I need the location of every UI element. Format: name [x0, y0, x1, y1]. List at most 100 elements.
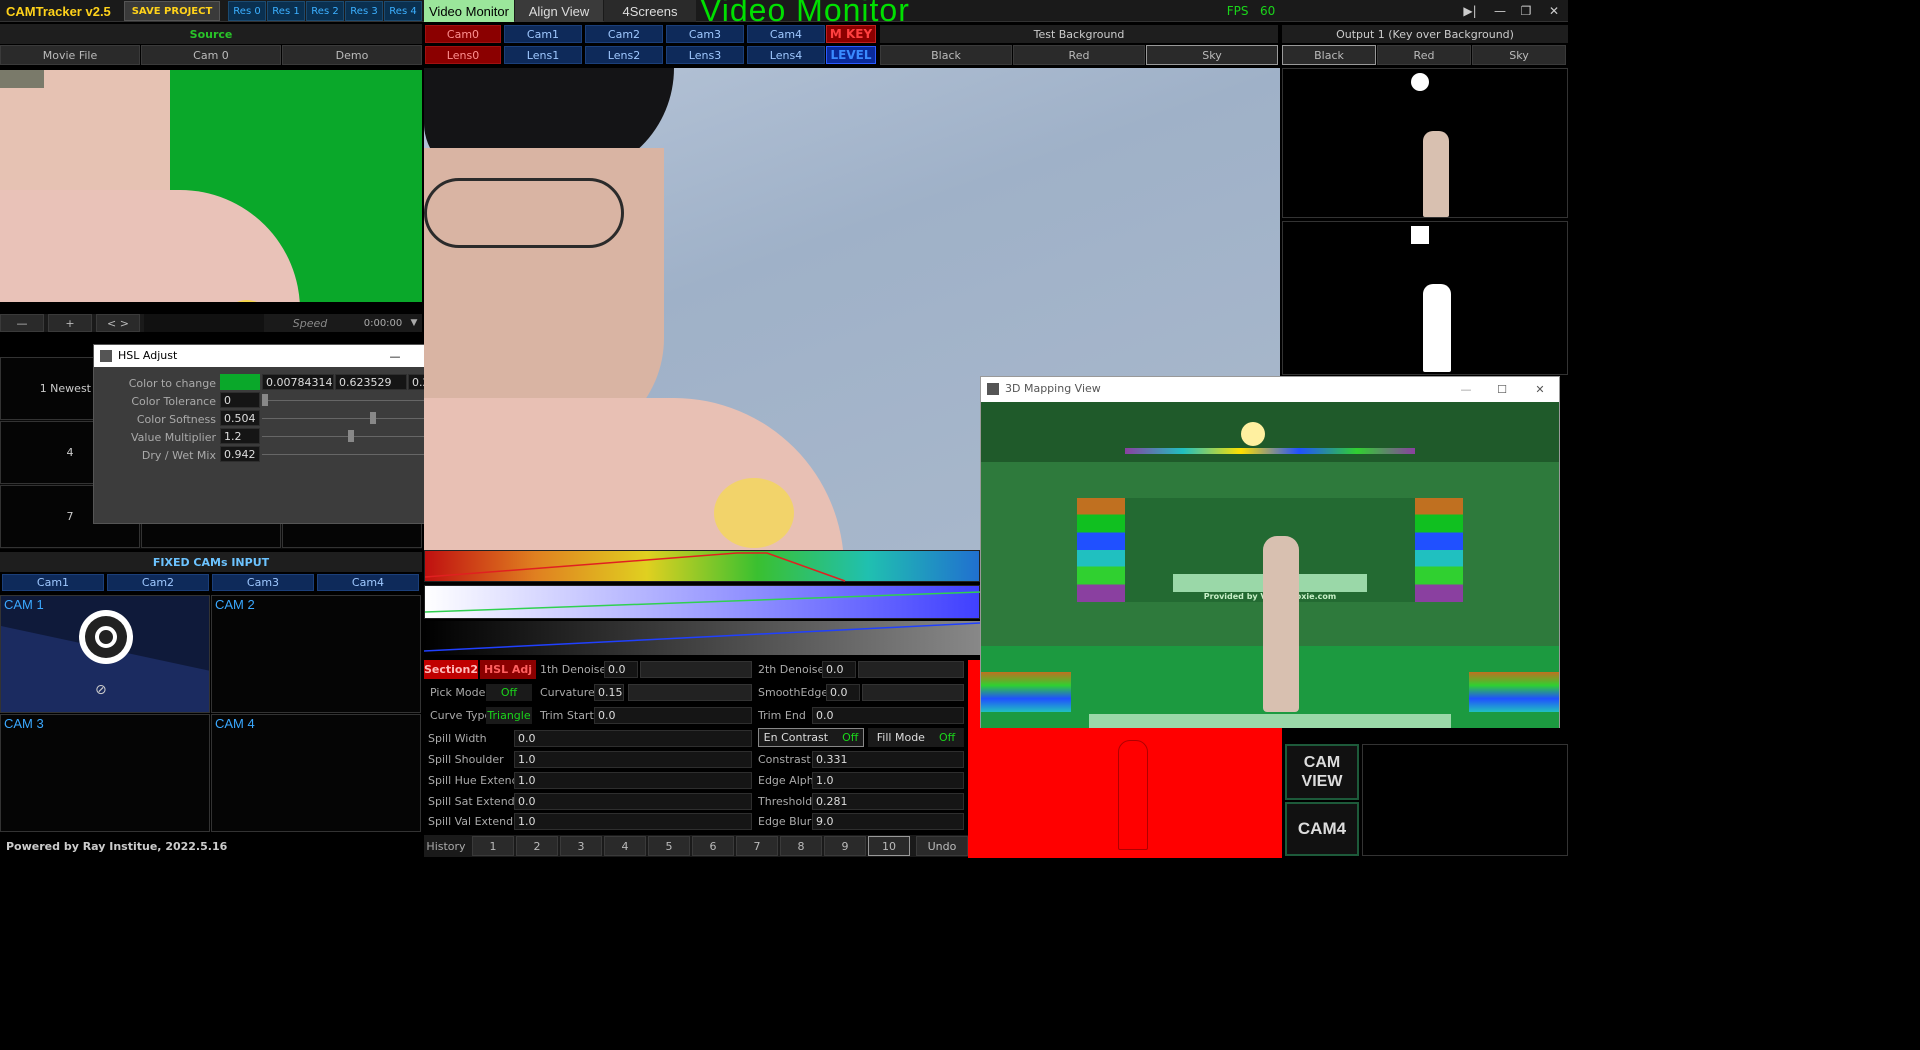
fixed-cam1-cell[interactable]: CAM 1 ⊘: [0, 595, 210, 713]
movie-file-button[interactable]: Movie File: [0, 45, 140, 65]
value-multiplier-thumb[interactable]: [347, 430, 354, 442]
history-item[interactable]: 2: [516, 836, 558, 856]
cam0-top-button[interactable]: Cam0: [425, 25, 501, 43]
spill-shoulder-field[interactable]: 1.0: [514, 751, 752, 768]
step-arrows-button[interactable]: < >: [96, 314, 140, 332]
history-item[interactable]: 6: [692, 836, 734, 856]
spill-val-field[interactable]: 1.0: [514, 813, 752, 830]
history-item[interactable]: 4: [604, 836, 646, 856]
mapping-titlebar[interactable]: 3D Mapping View — ☐ ✕: [981, 377, 1559, 401]
denoise2-slider[interactable]: [858, 661, 964, 678]
tab-video-monitor[interactable]: Video Monitor: [424, 0, 514, 22]
softness-thumb[interactable]: [369, 412, 376, 424]
edge-blur-field[interactable]: 9.0: [812, 813, 964, 830]
color-swatch[interactable]: [220, 374, 260, 390]
skip-icon[interactable]: ▶|: [1458, 0, 1482, 22]
edge-alph-field[interactable]: 1.0: [812, 772, 964, 789]
restore-icon[interactable]: ❐: [1514, 0, 1538, 22]
color-s-field[interactable]: 0.623529: [335, 374, 407, 390]
history-item[interactable]: 10: [868, 836, 910, 856]
res-3-button[interactable]: Res 3: [345, 1, 383, 21]
smooth-edge-slider[interactable]: [862, 684, 964, 701]
cam-0-button[interactable]: Cam 0: [141, 45, 281, 65]
lens2-button[interactable]: Lens2: [585, 46, 663, 64]
fixed-cam2-cell[interactable]: CAM 2: [211, 595, 421, 713]
fixed-cam3-cell[interactable]: CAM 3: [0, 714, 210, 832]
output-black[interactable]: Black: [1282, 45, 1376, 65]
lens4-button[interactable]: Lens4: [747, 46, 825, 64]
value-multiplier-value[interactable]: 1.2: [220, 428, 260, 444]
denoise1-slider[interactable]: [640, 661, 752, 678]
test-bg-red[interactable]: Red: [1013, 45, 1145, 65]
speed-label[interactable]: Speed: [270, 314, 350, 332]
history-item[interactable]: 5: [648, 836, 690, 856]
dry-wet-value[interactable]: 0.942: [220, 446, 260, 462]
fixed-cam1-button[interactable]: Cam1: [2, 574, 104, 591]
cam3-top-button[interactable]: Cam3: [666, 25, 744, 43]
minimize-icon[interactable]: —: [1488, 0, 1512, 22]
res-4-button[interactable]: Res 4: [384, 1, 422, 21]
res-1-button[interactable]: Res 1: [267, 1, 305, 21]
hue-curve-bar[interactable]: [424, 550, 980, 582]
spill-hue-field[interactable]: 1.0: [514, 772, 752, 789]
test-bg-black[interactable]: Black: [880, 45, 1012, 65]
section2-tab[interactable]: Section2: [424, 660, 478, 679]
denoise1-value[interactable]: 0.0: [604, 661, 638, 678]
minimize-icon[interactable]: —: [1453, 377, 1479, 401]
tab-4screens[interactable]: 4Screens: [604, 0, 696, 22]
fill-mode-toggle[interactable]: Fill Mode Off: [868, 728, 964, 747]
output-red[interactable]: Red: [1377, 45, 1471, 65]
fixed-cam3-button[interactable]: Cam3: [212, 574, 314, 591]
trim-start-field[interactable]: 0.0: [594, 707, 752, 724]
cam2-top-button[interactable]: Cam2: [585, 25, 663, 43]
tolerance-value[interactable]: 0: [220, 392, 260, 408]
undo-button[interactable]: Undo: [916, 836, 968, 856]
cam-view-button[interactable]: CAM VIEW: [1285, 744, 1359, 800]
trim-end-field[interactable]: 0.0: [812, 707, 964, 724]
contrast-field[interactable]: 0.331: [812, 751, 964, 768]
fixed-cam4-cell[interactable]: CAM 4: [211, 714, 421, 832]
threshold-field[interactable]: 0.281: [812, 793, 964, 810]
pick-mode-toggle[interactable]: Off: [486, 684, 532, 701]
en-contrast-toggle[interactable]: En Contrast Off: [758, 728, 864, 747]
demo-button[interactable]: Demo: [282, 45, 422, 65]
m-key-button[interactable]: M KEY: [826, 25, 876, 43]
minus-button[interactable]: —: [0, 314, 44, 332]
lens0-button[interactable]: Lens0: [425, 46, 501, 64]
fixed-cam2-button[interactable]: Cam2: [107, 574, 209, 591]
sat-curve-bar[interactable]: [424, 585, 981, 619]
curvature-value[interactable]: 0.15: [594, 684, 624, 701]
history-item[interactable]: 3: [560, 836, 602, 856]
tolerance-thumb[interactable]: [262, 394, 268, 406]
denoise2-value[interactable]: 0.0: [822, 661, 856, 678]
tab-align-view[interactable]: Align View: [515, 0, 603, 22]
cam4-top-button[interactable]: Cam4: [747, 25, 825, 43]
plus-button[interactable]: +: [48, 314, 92, 332]
cam1-top-button[interactable]: Cam1: [504, 25, 582, 43]
close-icon[interactable]: ✕: [1542, 0, 1566, 22]
history-item[interactable]: 1: [472, 836, 514, 856]
softness-value[interactable]: 0.504: [220, 410, 260, 426]
val-curve-bar[interactable]: [424, 621, 980, 655]
scrub-bar[interactable]: [144, 314, 264, 332]
res-2-button[interactable]: Res 2: [306, 1, 344, 21]
minimize-icon[interactable]: —: [382, 345, 408, 367]
lens1-button[interactable]: Lens1: [504, 46, 582, 64]
history-item[interactable]: 8: [780, 836, 822, 856]
output-sky[interactable]: Sky: [1472, 45, 1566, 65]
test-bg-sky[interactable]: Sky: [1146, 45, 1278, 65]
curvature-slider[interactable]: [628, 684, 752, 701]
color-h-field[interactable]: 0.00784314: [262, 374, 334, 390]
maximize-icon[interactable]: ☐: [1489, 377, 1515, 401]
history-item[interactable]: 7: [736, 836, 778, 856]
spill-width-field[interactable]: 0.0: [514, 730, 752, 747]
level-button[interactable]: LEVEL: [826, 46, 876, 64]
cam4-view-button[interactable]: CAM4: [1285, 802, 1359, 856]
dropdown-icon[interactable]: ▼: [408, 316, 420, 330]
res-0-button[interactable]: Res 0: [228, 1, 266, 21]
smooth-edge-value[interactable]: 0.0: [826, 684, 860, 701]
history-item[interactable]: 9: [824, 836, 866, 856]
spill-sat-field[interactable]: 0.0: [514, 793, 752, 810]
hsl-adj-tab[interactable]: HSL Adj: [480, 660, 536, 679]
lens3-button[interactable]: Lens3: [666, 46, 744, 64]
